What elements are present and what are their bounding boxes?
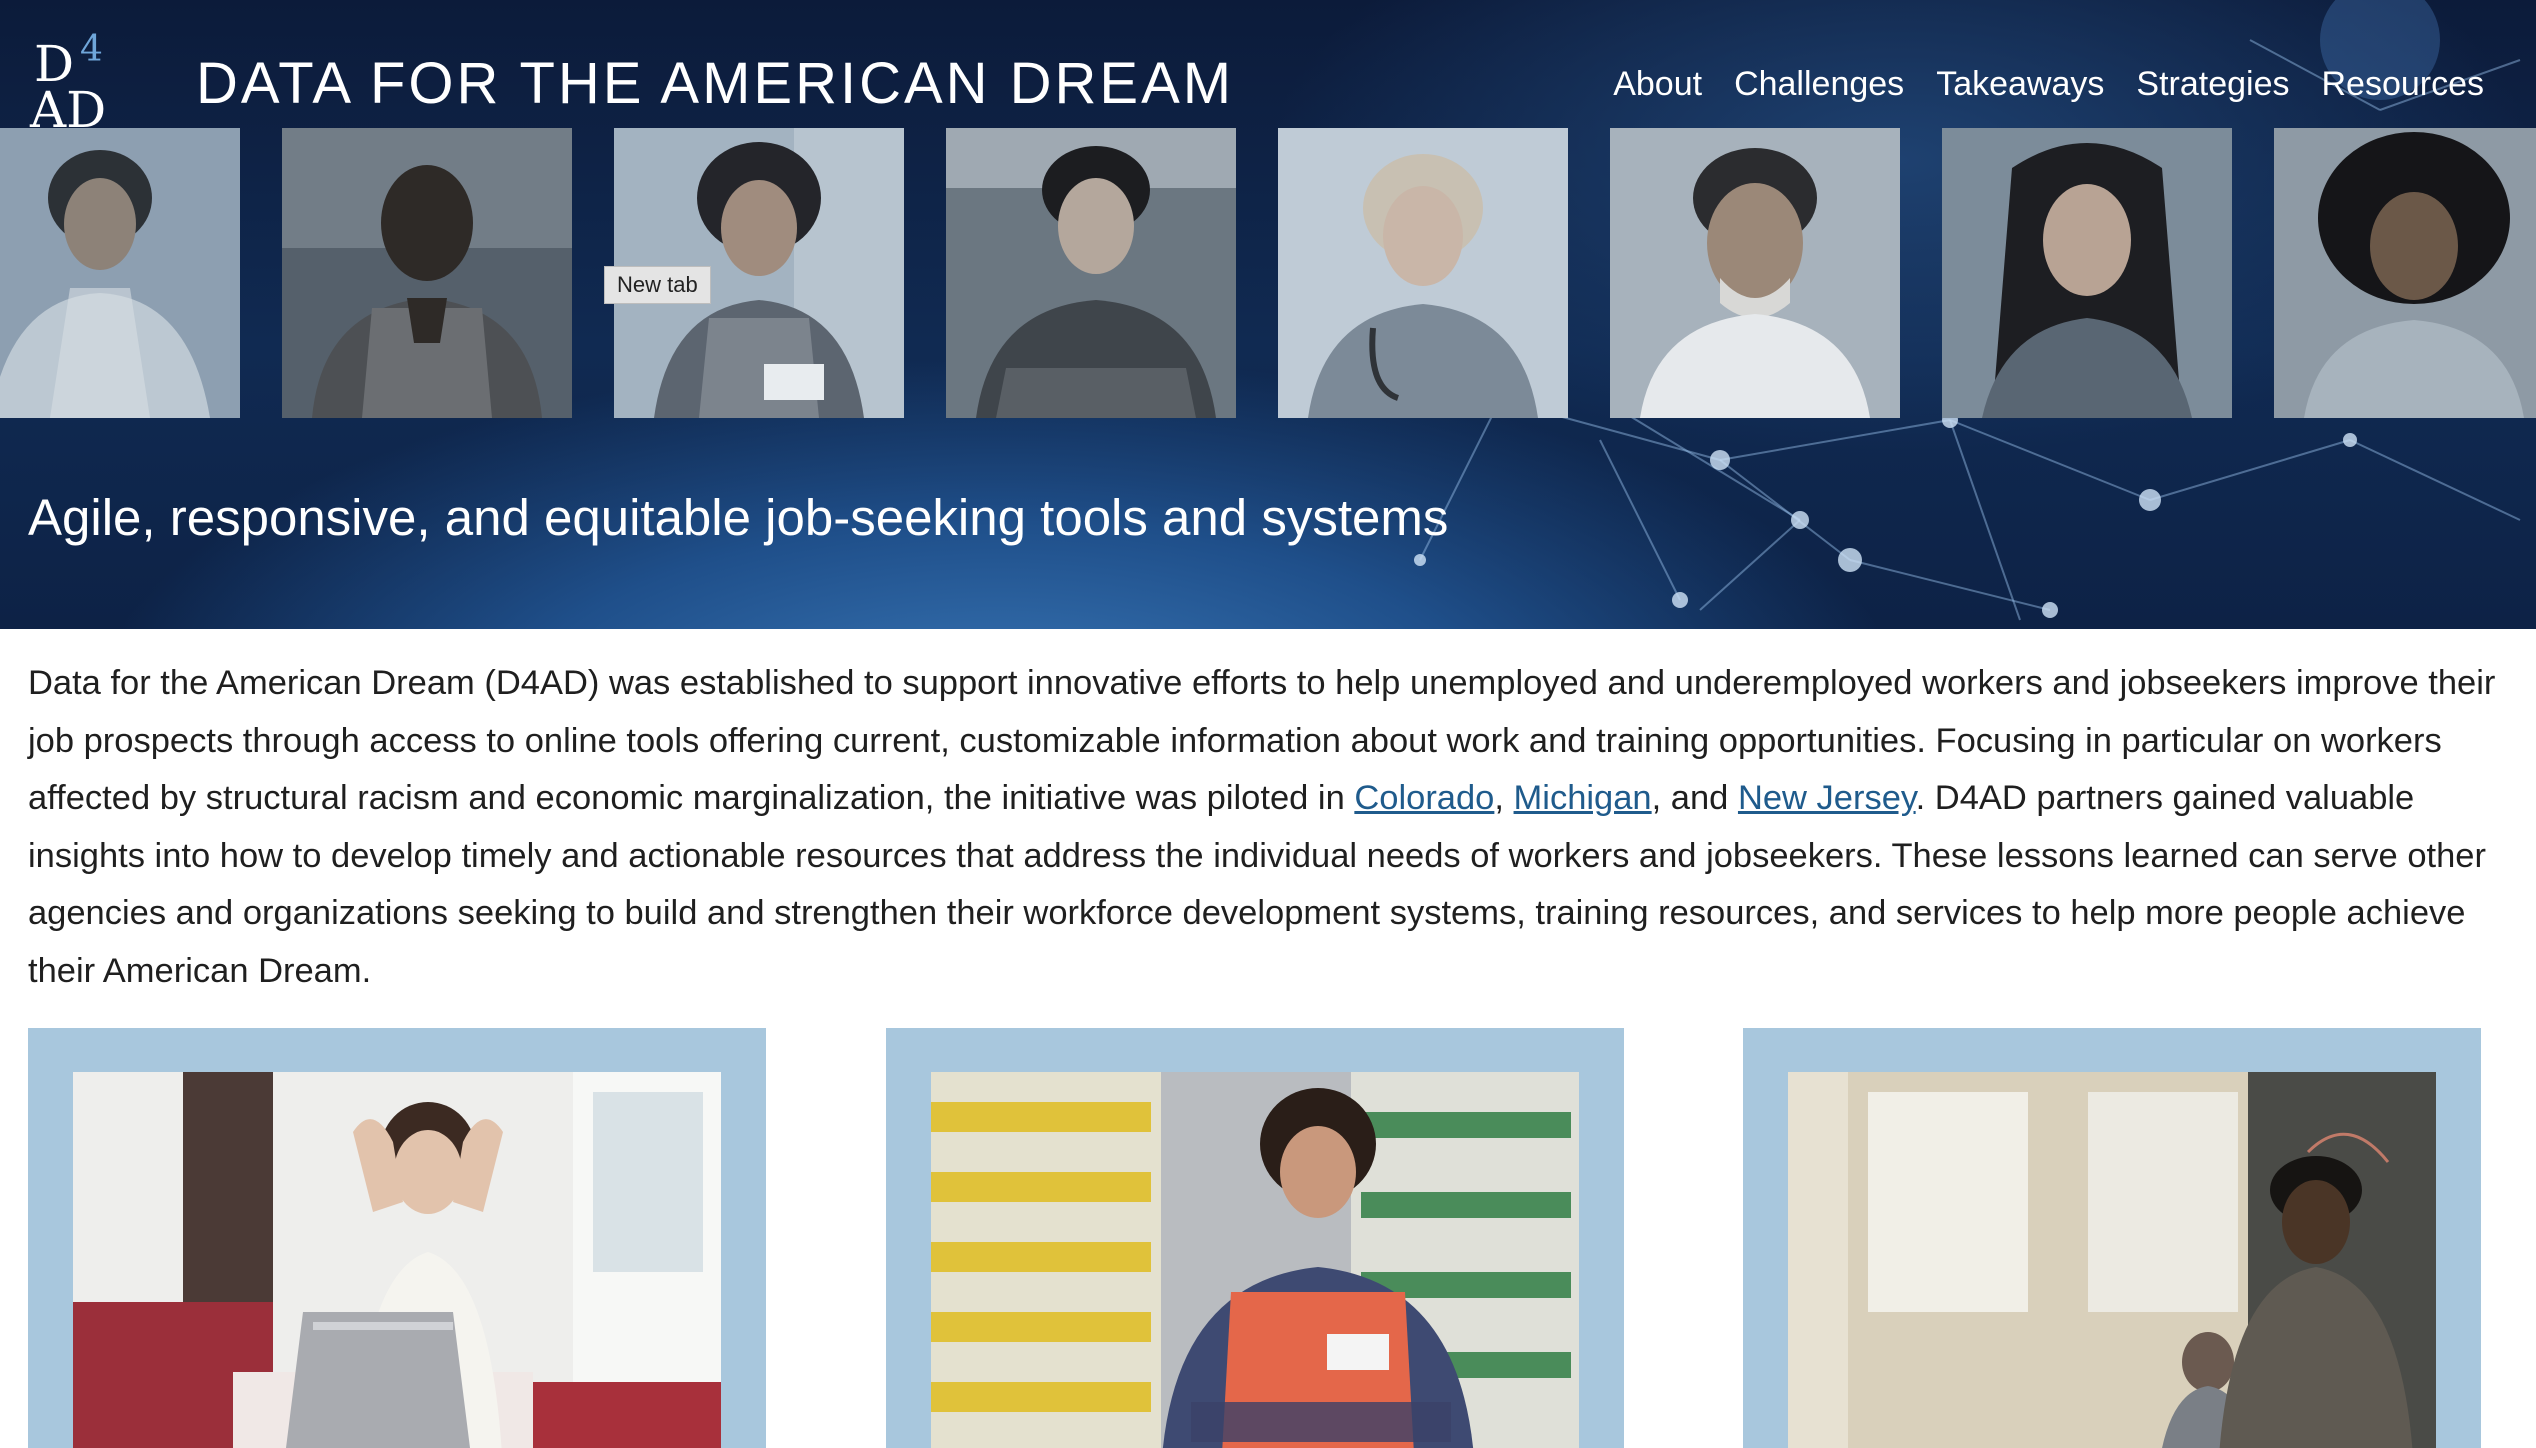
nav-strategies[interactable]: Strategies <box>2136 62 2289 106</box>
colorado-link[interactable]: Colorado <box>1354 779 1494 817</box>
card-photo-waiting-room <box>1788 1072 2436 1448</box>
logo-text-4: 4 <box>80 29 103 70</box>
new-jersey-link[interactable]: New Jersey <box>1738 779 1916 817</box>
hero-tagline: Agile, responsive, and equitable job-see… <box>28 489 1449 546</box>
nav-takeaways[interactable]: Takeaways <box>1936 62 2104 106</box>
nav-resources[interactable]: Resources <box>2321 62 2484 106</box>
new-tab-tooltip: New tab <box>604 266 711 304</box>
portrait-photo <box>1278 128 1568 418</box>
portrait-photo <box>2274 128 2536 418</box>
main-nav: About Challenges Takeaways Strategies Re… <box>1613 62 2484 106</box>
portrait-photo <box>946 128 1236 418</box>
feature-card[interactable] <box>1743 1028 2481 1448</box>
feature-card[interactable] <box>28 1028 766 1448</box>
card-photo-stressed-worker <box>73 1072 721 1448</box>
portrait-photo <box>1942 128 2232 418</box>
intro-separator: , and <box>1651 779 1738 817</box>
portrait-photo <box>0 128 240 418</box>
hero-banner: D 4 AD DATA FOR THE AMERICAN DREAM About… <box>0 0 2536 629</box>
portrait-strip <box>0 128 2536 418</box>
intro-paragraph: Data for the American Dream (D4AD) was e… <box>28 655 2512 1000</box>
michigan-link[interactable]: Michigan <box>1514 779 1652 817</box>
portrait-photo <box>1610 128 1900 418</box>
d4ad-logo[interactable]: D 4 AD <box>30 30 120 139</box>
nav-challenges[interactable]: Challenges <box>1734 62 1904 106</box>
intro-separator: , <box>1494 779 1514 817</box>
nav-about[interactable]: About <box>1613 62 1702 106</box>
portrait-photo <box>282 128 572 418</box>
feature-card[interactable] <box>886 1028 1624 1448</box>
site-title[interactable]: DATA FOR THE AMERICAN DREAM <box>196 50 1234 118</box>
card-photo-grocery-worker <box>931 1072 1579 1448</box>
